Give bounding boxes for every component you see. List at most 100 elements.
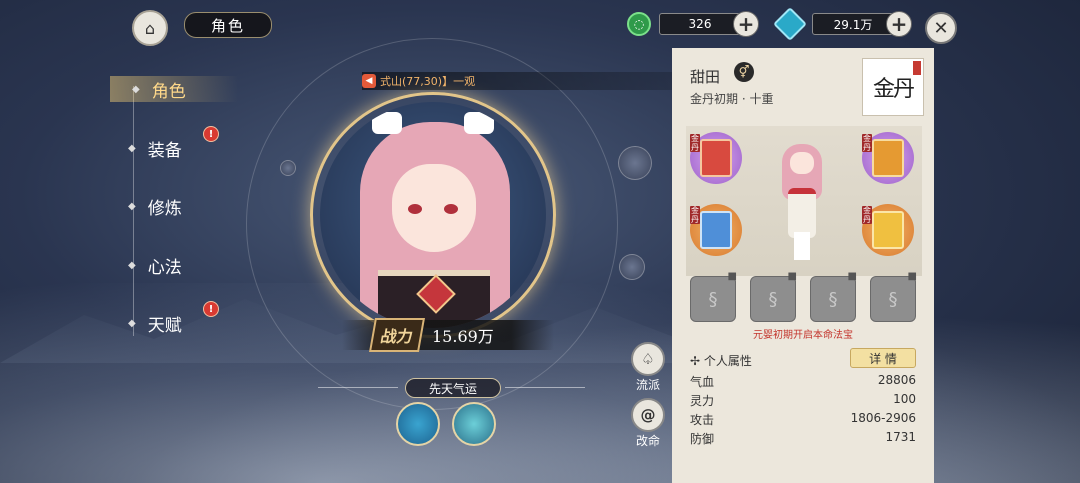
speaker-icon: ◀: [362, 74, 376, 88]
jade-ring-icon: ◌: [627, 12, 651, 36]
treasure-slot[interactable]: 金丹: [862, 204, 914, 256]
treasure-tag: 金丹: [862, 206, 872, 224]
spellbook-icon: [872, 211, 904, 249]
attribute-name: 气血: [690, 375, 715, 389]
alert-badge: !: [203, 301, 219, 317]
school-label: 流派: [635, 378, 660, 392]
nav-label: 修炼: [147, 198, 182, 219]
portrait-eye: [444, 204, 458, 214]
attribute-row: 灵力 100: [690, 392, 916, 409]
realm-seal: 金丹: [862, 58, 924, 116]
locked-artifact-slot[interactable]: § ■: [810, 271, 857, 322]
lock-icon: ■: [907, 271, 917, 282]
lock-icon: ■: [787, 271, 797, 282]
character-portrait[interactable]: [320, 102, 546, 328]
attribute-value: 100: [893, 392, 916, 406]
attribute-value: 1731: [885, 430, 916, 444]
chibi-face: [790, 152, 814, 174]
coiled-artifact-icon: §: [708, 288, 718, 310]
close-icon: ✕: [933, 17, 949, 39]
spirit-crystal-icon: [773, 7, 807, 41]
hair-bow: [464, 112, 494, 134]
character-info-panel: 甜田 ⚥ 金丹初期 · 十重 金丹 金丹 金丹 金丹 金丹 § ■ § ■ § ■ §…: [672, 48, 934, 483]
character-name: 甜田: [690, 68, 721, 86]
chibi-legs: [794, 232, 810, 260]
attribute-row: 气血 28806: [690, 373, 916, 390]
divider-line: [318, 387, 398, 388]
attribute-name: 防御: [690, 432, 715, 446]
artifact-unlock-hint: 元婴初期开启本命法宝: [753, 330, 853, 341]
crystal-count: 29.1万: [812, 13, 894, 35]
nav-item-equipment[interactable]: ◆ 装备: [128, 135, 182, 161]
spellbook-icon: [700, 211, 732, 249]
red-stamp: [913, 61, 921, 75]
diamond-bullet-icon: ◆: [132, 83, 140, 95]
treasure-tag: 金丹: [690, 206, 700, 224]
chibi-body: [788, 188, 816, 238]
portrait-face: [392, 164, 476, 252]
change-fate-label: 改命: [635, 434, 660, 448]
jade-count: 326: [659, 13, 741, 35]
orbit-orb: [619, 254, 645, 280]
attribute-row: 攻击 1806-2906: [690, 411, 916, 428]
attributes-title: 个人属性: [703, 354, 752, 368]
nav-item-mind-method[interactable]: ◆ 心法: [128, 252, 182, 278]
combat-power-value: 15.69万: [432, 327, 494, 346]
school-button[interactable]: ♤ 流派: [628, 342, 668, 393]
home-button[interactable]: ⌂: [132, 10, 168, 46]
combat-power-bar: 战力 15.69万: [342, 318, 554, 352]
fortune-hero-avatar[interactable]: [452, 402, 496, 446]
resource-jade: ◌ 326 +: [627, 11, 759, 37]
coiled-artifact-icon: §: [888, 288, 898, 310]
attribute-name: 灵力: [690, 394, 715, 408]
orbit-orb: [280, 160, 296, 176]
treasure-slot[interactable]: 金丹: [690, 132, 742, 184]
attributes-header: ✢ 个人属性: [690, 352, 752, 369]
nav-label: 心法: [147, 257, 182, 278]
nav-label: 天赋: [147, 315, 182, 336]
diamond-bullet-icon: ◆: [128, 317, 136, 329]
add-crystal-button[interactable]: +: [886, 11, 912, 37]
fortune-hero-avatar[interactable]: [396, 402, 440, 446]
diamond-bullet-icon: ◆: [128, 200, 136, 212]
resource-crystal: 29.1万 +: [773, 7, 912, 41]
coiled-artifact-icon: §: [828, 288, 838, 310]
locked-artifact-slot[interactable]: § ■: [690, 271, 737, 322]
portrait-eye: [408, 204, 422, 214]
locked-artifact-slot[interactable]: § ■: [750, 271, 797, 322]
diamond-bullet-icon: ◆: [128, 259, 136, 271]
alert-badge: !: [203, 126, 219, 142]
change-fate-button[interactable]: @ 改命: [628, 398, 668, 449]
add-jade-button[interactable]: +: [733, 11, 759, 37]
spellbook-icon: [872, 139, 904, 177]
combat-power-label: 战力: [369, 318, 425, 352]
fate-swirl-icon: @: [631, 398, 665, 432]
lock-icon: ■: [727, 271, 737, 282]
attribute-name: 攻击: [690, 413, 715, 427]
diamond-bullet-icon: ◆: [128, 142, 136, 154]
nav-item-talent[interactable]: ◆ 天赋: [128, 310, 182, 336]
treasure-slot[interactable]: 金丹: [690, 204, 742, 256]
treasure-tag: 金丹: [862, 134, 872, 152]
innate-fortune-label: 先天气运: [405, 378, 501, 398]
attribute-value: 28806: [877, 373, 916, 387]
nav-item-cultivation[interactable]: ◆ 修炼: [128, 193, 182, 219]
locked-artifact-slot[interactable]: § ■: [870, 271, 917, 322]
seal-text: 金丹: [872, 77, 915, 102]
four-point-star-icon: ✢: [690, 354, 704, 368]
divider-line: [505, 387, 585, 388]
treasure-slot[interactable]: 金丹: [862, 132, 914, 184]
hair-bow: [372, 112, 402, 134]
pavilion-icon: ⌂: [144, 18, 156, 38]
attribute-value: 1806-2906: [850, 411, 916, 425]
world-message-ticker[interactable]: ◀ 式山(77,30)】一观: [362, 72, 692, 90]
close-button[interactable]: ✕: [925, 12, 957, 44]
nav-label: 角色: [151, 81, 186, 102]
cultivation-realm: 金丹初期 · 十重: [690, 92, 774, 106]
nav-item-character[interactable]: ◆ 角色: [110, 76, 238, 102]
page-title: 角色: [184, 12, 272, 38]
flow-school-icon: ♤: [631, 342, 665, 376]
details-button[interactable]: 详 情: [850, 348, 916, 368]
attribute-row: 防御 1731: [690, 430, 916, 447]
coiled-artifact-icon: §: [768, 288, 778, 310]
